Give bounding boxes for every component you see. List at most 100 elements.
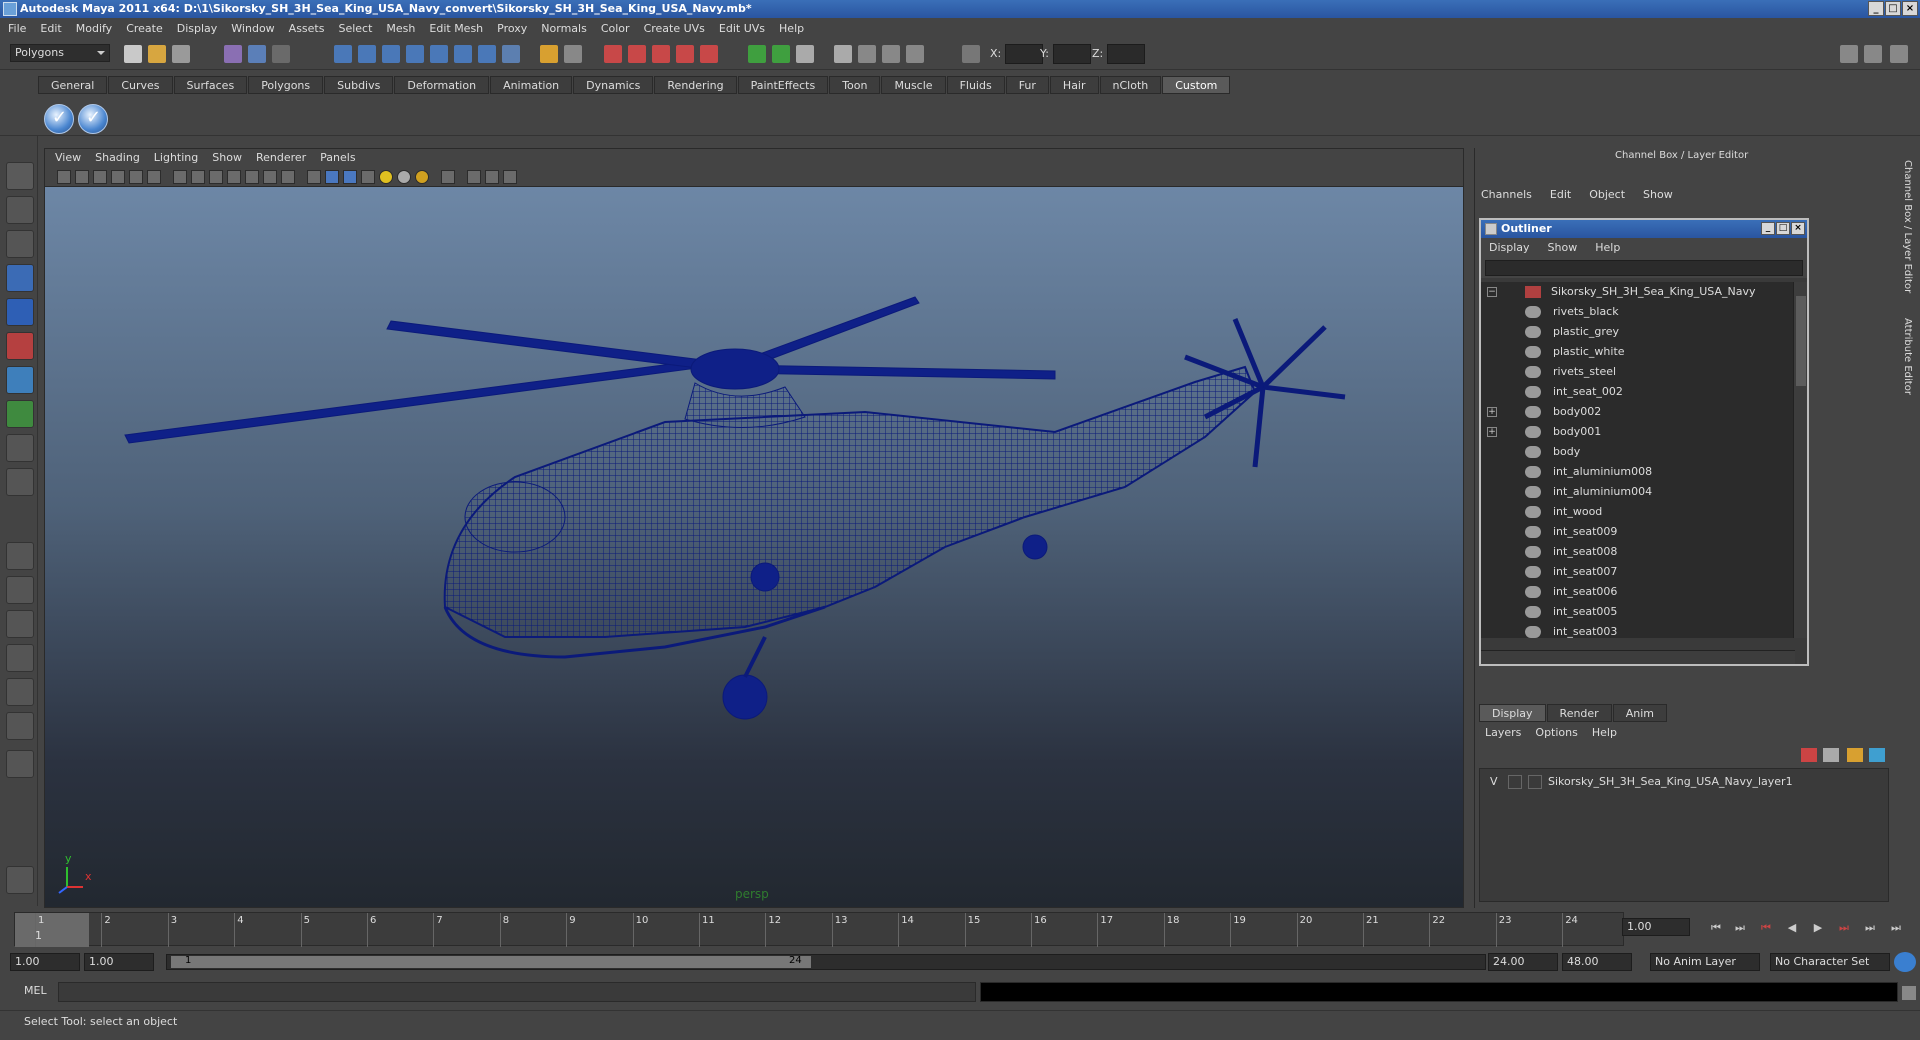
image-plane-icon[interactable] [111, 170, 125, 184]
xray-icon[interactable] [467, 170, 481, 184]
cb-menu-channels[interactable]: Channels [1481, 188, 1532, 201]
playback-end-field[interactable]: 24.00 [1488, 953, 1558, 971]
shelf-tab-toon[interactable]: Toon [829, 76, 881, 94]
show-manipulator-icon[interactable] [6, 434, 34, 462]
current-time-field[interactable]: 1.00 [1622, 918, 1690, 936]
vp-menu-show[interactable]: Show [212, 149, 242, 167]
shelf-tab-surfaces[interactable]: Surfaces [173, 76, 248, 94]
camera-select-icon[interactable] [57, 170, 71, 184]
smooth-shade-icon[interactable] [325, 170, 339, 184]
outliner-filter-input[interactable] [1485, 260, 1803, 276]
menu-color[interactable]: Color [601, 22, 630, 35]
menu-edit[interactable]: Edit [40, 22, 61, 35]
vp-menu-panels[interactable]: Panels [320, 149, 355, 167]
shelf-tab-dynamics[interactable]: Dynamics [573, 76, 654, 94]
outliner-menu-display[interactable]: Display [1489, 238, 1530, 258]
menu-help[interactable]: Help [779, 22, 804, 35]
gate-mask-icon[interactable] [227, 170, 241, 184]
outliner-vertical-scrollbar[interactable] [1793, 282, 1807, 638]
menu-display[interactable]: Display [177, 22, 218, 35]
shelf-tab-muscle[interactable]: Muscle [881, 76, 946, 94]
animation-end-field[interactable]: 48.00 [1562, 953, 1632, 971]
play-backward-icon[interactable]: ◀ [1782, 918, 1802, 938]
outliner-maximize-button[interactable]: □ [1776, 222, 1790, 235]
layout-more-icon[interactable] [6, 750, 34, 778]
grid-icon[interactable] [173, 170, 187, 184]
lights-icon[interactable] [379, 170, 393, 184]
move-tool-icon[interactable] [6, 264, 34, 292]
outliner-item[interactable]: int_seat003 [1481, 622, 1795, 638]
shelf-tab-hair[interactable]: Hair [1049, 76, 1099, 94]
paint-select-tool-icon[interactable] [6, 230, 34, 258]
layer-color-swatch[interactable] [1528, 775, 1542, 789]
menu-file[interactable]: File [8, 22, 26, 35]
safe-title-icon[interactable] [281, 170, 295, 184]
outliner-close-button[interactable]: × [1791, 222, 1805, 235]
outliner-item[interactable]: int_seat009 [1481, 522, 1795, 542]
panel-layout-icon[interactable] [834, 45, 852, 63]
menu-set-dropdown[interactable]: Polygons [10, 44, 110, 62]
cb-menu-edit[interactable]: Edit [1550, 188, 1571, 201]
outliner-item[interactable]: plastic_grey [1481, 322, 1795, 342]
layout-four-icon[interactable] [6, 576, 34, 604]
layer-tab-display[interactable]: Display [1479, 704, 1546, 722]
menu-edit-uvs[interactable]: Edit UVs [719, 22, 765, 35]
step-forward-key-icon[interactable]: ⏭ [1860, 918, 1880, 938]
select-hierarchy-icon[interactable] [224, 45, 242, 63]
render-view-icon[interactable] [676, 45, 694, 63]
custom-shelf-check-icon-2[interactable] [78, 104, 108, 134]
shelf-tab-custom[interactable]: Custom [1162, 76, 1231, 94]
x-field[interactable] [1005, 44, 1044, 64]
snap-plane-icon[interactable] [406, 45, 424, 63]
menu-select[interactable]: Select [338, 22, 372, 35]
expand-icon[interactable]: + [1487, 427, 1497, 437]
select-component-icon[interactable] [272, 45, 290, 63]
vp-menu-lighting[interactable]: Lighting [154, 149, 198, 167]
new-scene-icon[interactable] [124, 45, 142, 63]
go-to-end-icon[interactable]: ⏭ [1886, 918, 1906, 938]
outliner-minimize-button[interactable]: _ [1761, 222, 1775, 235]
z-field[interactable] [1107, 44, 1146, 64]
layer-row[interactable]: V Sikorsky_SH_3H_Sea_King_USA_Navy_layer… [1480, 773, 1888, 791]
side-tab-channel-box[interactable]: Channel Box / Layer Editor [1902, 160, 1913, 293]
y-field[interactable] [1052, 44, 1091, 64]
toggle-tool-settings-icon[interactable] [1864, 45, 1882, 63]
isolate-select-icon[interactable] [441, 170, 455, 184]
select-object-icon[interactable] [248, 45, 266, 63]
menu-mesh[interactable]: Mesh [386, 22, 415, 35]
open-scene-icon[interactable] [148, 45, 166, 63]
rotate-tool-icon[interactable] [6, 298, 34, 326]
xray-joints-icon[interactable] [485, 170, 499, 184]
shadows-icon[interactable] [397, 170, 411, 184]
layer-tab-anim[interactable]: Anim [1612, 704, 1667, 722]
layer-menu-options[interactable]: Options [1535, 726, 1577, 739]
restore-button[interactable]: □ [1885, 1, 1901, 16]
layer-tab-render[interactable]: Render [1546, 704, 1612, 722]
outliner-item[interactable]: rivets_steel [1481, 362, 1795, 382]
2d-pan-icon[interactable] [129, 170, 143, 184]
outliner-item[interactable]: int_seat006 [1481, 582, 1795, 602]
layer-menu-help[interactable]: Help [1592, 726, 1617, 739]
time-slider[interactable]: 1 1 2 3 4 5 6 7 8 9 10 11 12 13 14 15 16 17 18 19 20 21 22 23 2… [14, 912, 1624, 947]
step-back-key-icon[interactable]: ⏭ [1730, 918, 1750, 938]
layer-new-icon[interactable] [1801, 748, 1817, 762]
show-hide-attr-icon[interactable] [748, 45, 766, 63]
playback-start-field[interactable]: 1.00 [84, 953, 154, 971]
make-live-icon[interactable] [430, 45, 448, 63]
menu-assets[interactable]: Assets [289, 22, 325, 35]
shelf-tab-deformation[interactable]: Deformation [394, 76, 490, 94]
outliner-item[interactable]: int_wood [1481, 502, 1795, 522]
snap-point-icon[interactable] [382, 45, 400, 63]
menu-normals[interactable]: Normals [541, 22, 587, 35]
layer-visibility-toggle[interactable]: V [1490, 773, 1498, 791]
hypershade-icon[interactable] [652, 45, 670, 63]
perspective-viewport[interactable]: y x persp [45, 187, 1463, 907]
anim-layer-dropdown[interactable]: No Anim Layer [1650, 953, 1760, 971]
render-ipr-icon[interactable] [604, 45, 622, 63]
mel-label[interactable]: MEL [24, 984, 47, 997]
help-question-icon[interactable] [502, 45, 520, 63]
character-set-dropdown[interactable]: No Character Set [1770, 953, 1890, 971]
outliner-menu-help[interactable]: Help [1595, 238, 1620, 258]
transform-field-icon[interactable] [962, 45, 980, 63]
current-frame-marker[interactable] [15, 913, 89, 947]
